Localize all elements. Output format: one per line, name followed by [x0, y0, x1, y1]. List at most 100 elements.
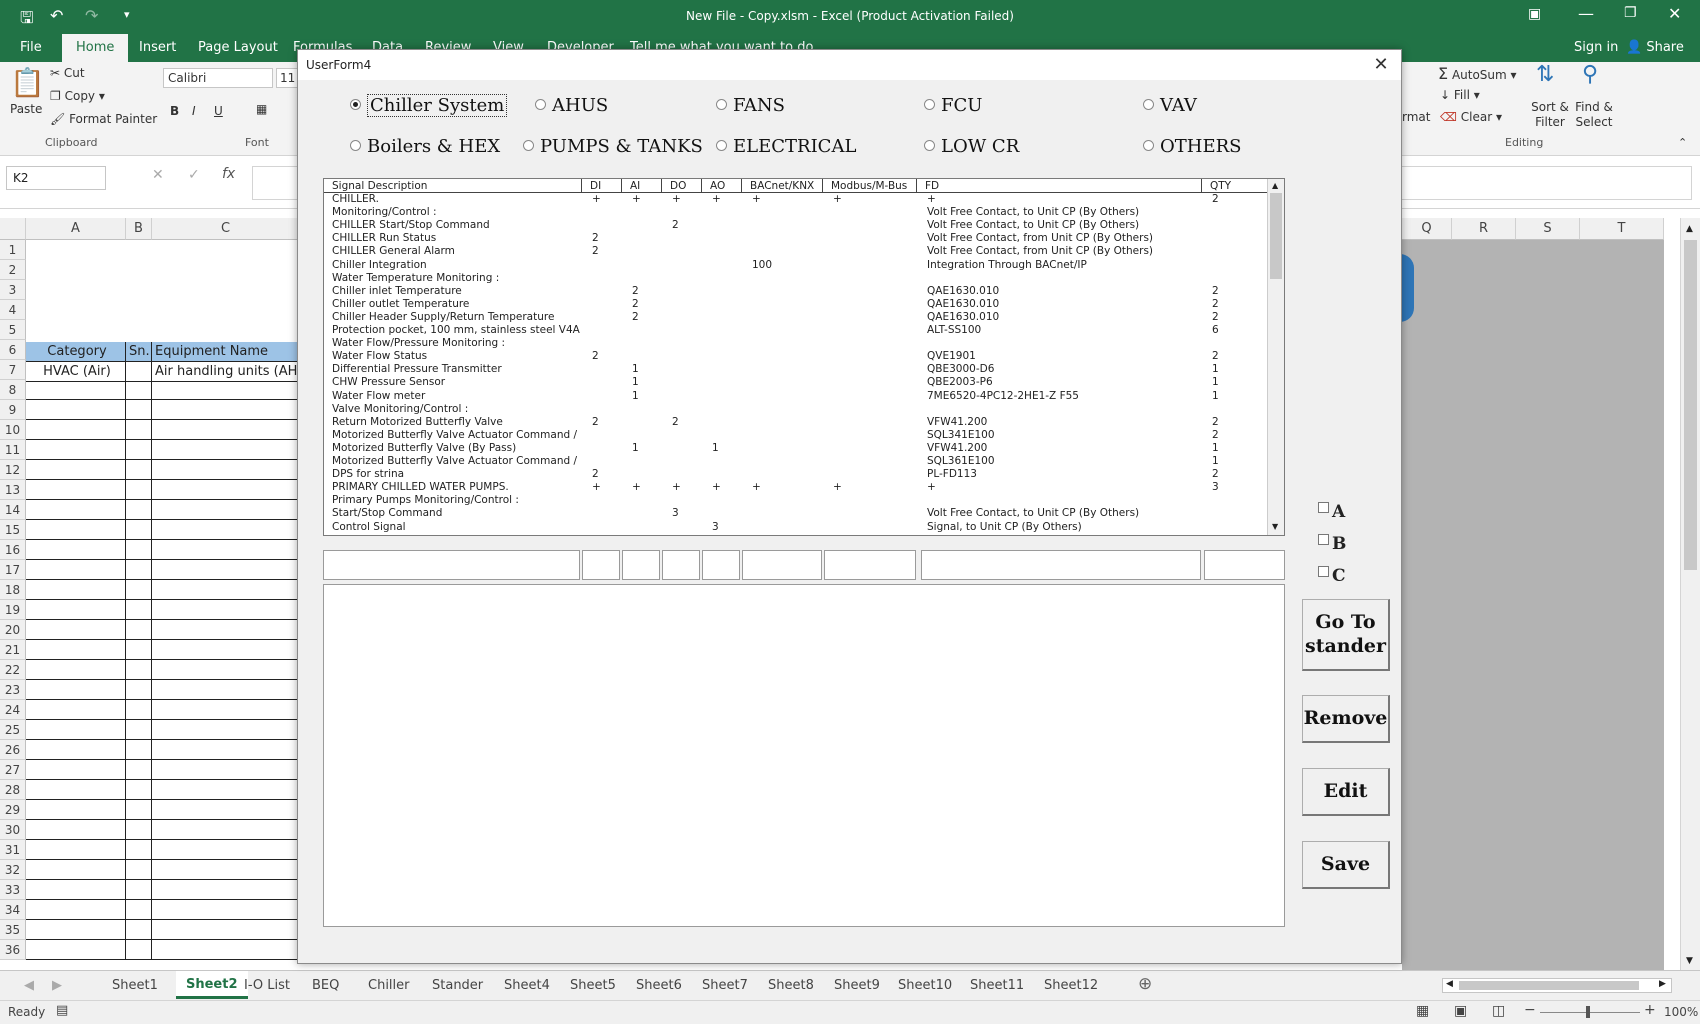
- radio-option[interactable]: PUMPS & TANKS: [523, 136, 703, 157]
- collapse-ribbon-icon[interactable]: ⌃: [1678, 136, 1687, 149]
- list-cell[interactable]: 1: [632, 363, 660, 376]
- row-header[interactable]: 13: [0, 480, 26, 500]
- list-cell[interactable]: Motorized Butterfly Valve Actuator Comma…: [332, 455, 580, 468]
- zoom-slider[interactable]: [1540, 1012, 1640, 1013]
- sheet-tab[interactable]: Sheet5: [570, 978, 616, 993]
- list-cell[interactable]: 1: [1212, 455, 1266, 468]
- grid-cell[interactable]: [152, 700, 300, 720]
- grid-cell[interactable]: [152, 540, 300, 560]
- format-painter-button[interactable]: 🖌 Format Painter: [50, 112, 157, 126]
- font-name-select[interactable]: Calibri: [163, 68, 273, 88]
- row-header[interactable]: 25: [0, 720, 26, 740]
- grid-cell[interactable]: [126, 580, 152, 600]
- zoom-in-icon[interactable]: +: [1644, 1002, 1656, 1018]
- list-column-header[interactable]: Signal Description: [324, 179, 582, 193]
- cell-sn-header[interactable]: Sn.: [126, 342, 152, 362]
- grid-cell[interactable]: [26, 900, 126, 920]
- sheet-tab[interactable]: Sheet12: [1044, 978, 1098, 993]
- row-header[interactable]: 31: [0, 840, 26, 860]
- cell-a7[interactable]: HVAC (Air): [26, 362, 126, 382]
- list-cell[interactable]: CHILLER General Alarm: [332, 245, 580, 258]
- grid-cell[interactable]: [152, 460, 300, 480]
- list-cell[interactable]: Water Flow Status: [332, 350, 580, 363]
- list-cell[interactable]: QAE1630.010: [927, 285, 1200, 298]
- cell-category-header[interactable]: Category: [26, 342, 126, 362]
- italic-button[interactable]: I: [192, 104, 196, 118]
- row-header[interactable]: 23: [0, 680, 26, 700]
- radio-option[interactable]: FANS: [716, 95, 785, 116]
- list-cell[interactable]: QAE1630.010: [927, 311, 1200, 324]
- list-scroll-thumb[interactable]: [1270, 193, 1282, 279]
- grid-cell[interactable]: [126, 480, 152, 500]
- grid-cell[interactable]: [152, 920, 300, 940]
- radio-option[interactable]: FCU: [924, 95, 982, 116]
- list-cell[interactable]: 3: [672, 507, 700, 520]
- list-cell[interactable]: Chiller Header Supply/Return Temperature: [332, 311, 580, 324]
- tab-file[interactable]: File: [20, 40, 42, 55]
- row-header[interactable]: 27: [0, 760, 26, 780]
- grid-cell[interactable]: [126, 840, 152, 860]
- list-column-header[interactable]: DO: [662, 179, 702, 193]
- list-cell[interactable]: CHILLER Run Status: [332, 232, 580, 245]
- sheet-tab[interactable]: Sheet6: [636, 978, 682, 993]
- list-cell[interactable]: 2: [1212, 285, 1266, 298]
- list-column-header[interactable]: AO: [702, 179, 742, 193]
- list-cell[interactable]: +: [752, 193, 821, 206]
- sheet-tab[interactable]: Sheet1: [112, 978, 158, 993]
- radio-option[interactable]: AHUS: [535, 95, 608, 116]
- list-cell[interactable]: Volt Free Contact, from Unit CP (By Othe…: [927, 232, 1200, 245]
- list-column-header[interactable]: BACnet/KNX: [742, 179, 823, 193]
- list-cell[interactable]: QAE1630.010: [927, 298, 1200, 311]
- list-cell[interactable]: Water Temperature Monitoring :: [332, 272, 580, 285]
- sort-filter-icon[interactable]: ⇅: [1536, 62, 1554, 87]
- row-header[interactable]: 4: [0, 300, 26, 320]
- row-header[interactable]: 18: [0, 580, 26, 600]
- grid-cell[interactable]: [26, 720, 126, 740]
- grid-cell[interactable]: [126, 640, 152, 660]
- grid-cell[interactable]: [152, 600, 300, 620]
- grid-cell[interactable]: [26, 920, 126, 940]
- list-cell[interactable]: +: [927, 193, 1200, 206]
- list-cell[interactable]: Return Motorized Butterfly Valve: [332, 416, 580, 429]
- radio-option[interactable]: Chiller System: [350, 94, 508, 117]
- grid-cell[interactable]: [26, 600, 126, 620]
- list-cell[interactable]: VFW41.200: [927, 416, 1200, 429]
- scroll-right-icon[interactable]: ▶: [1659, 979, 1666, 989]
- zoom-level[interactable]: 100%: [1664, 1005, 1698, 1019]
- row-header[interactable]: 36: [0, 940, 26, 960]
- tab-page-layout[interactable]: Page Layout: [198, 40, 278, 55]
- grid-cell[interactable]: [26, 800, 126, 820]
- list-cell[interactable]: SQL361E100: [927, 455, 1200, 468]
- sheet-tab[interactable]: Sheet8: [768, 978, 814, 993]
- do-input[interactable]: [662, 550, 700, 580]
- grid-cell[interactable]: [126, 760, 152, 780]
- list-cell[interactable]: Volt Free Contact, to Unit CP (By Others…: [927, 507, 1200, 520]
- list-cell[interactable]: 2: [592, 245, 620, 258]
- sort-filter-button[interactable]: Sort & Filter: [1530, 100, 1570, 130]
- list-cell[interactable]: 2: [672, 416, 700, 429]
- scroll-up-icon[interactable]: ▲: [1686, 224, 1693, 234]
- grid-cell[interactable]: [152, 800, 300, 820]
- grid-cell[interactable]: [126, 920, 152, 940]
- row-header[interactable]: 17: [0, 560, 26, 580]
- list-cell[interactable]: +: [833, 193, 915, 206]
- list-cell[interactable]: 6: [1212, 324, 1266, 337]
- normal-view-icon[interactable]: ▦: [1416, 1003, 1429, 1019]
- list-cell[interactable]: 7ME6520-4PC12-2HE1-Z F55: [927, 390, 1200, 403]
- list-cell[interactable]: 2: [1212, 350, 1266, 363]
- row-header[interactable]: 12: [0, 460, 26, 480]
- list-cell[interactable]: SQL341E100: [927, 429, 1200, 442]
- sheet-tab[interactable]: Sheet10: [898, 978, 952, 993]
- list-cell[interactable]: VFW41.200: [927, 442, 1200, 455]
- list-cell[interactable]: CHILLER.: [332, 193, 580, 206]
- grid-cell[interactable]: [26, 780, 126, 800]
- list-cell[interactable]: Volt Free Contact, to Unit CP (By Others…: [927, 219, 1200, 232]
- sheet-tab[interactable]: BEQ: [312, 978, 339, 993]
- row-header[interactable]: 19: [0, 600, 26, 620]
- list-cell[interactable]: CHW Pressure Sensor: [332, 376, 580, 389]
- radio-option[interactable]: VAV: [1143, 95, 1197, 116]
- list-cell[interactable]: +: [833, 481, 915, 494]
- scroll-left-icon[interactable]: ◀: [1446, 979, 1453, 989]
- grid-cell[interactable]: [126, 400, 152, 420]
- redo-icon[interactable]: ↷: [85, 6, 98, 25]
